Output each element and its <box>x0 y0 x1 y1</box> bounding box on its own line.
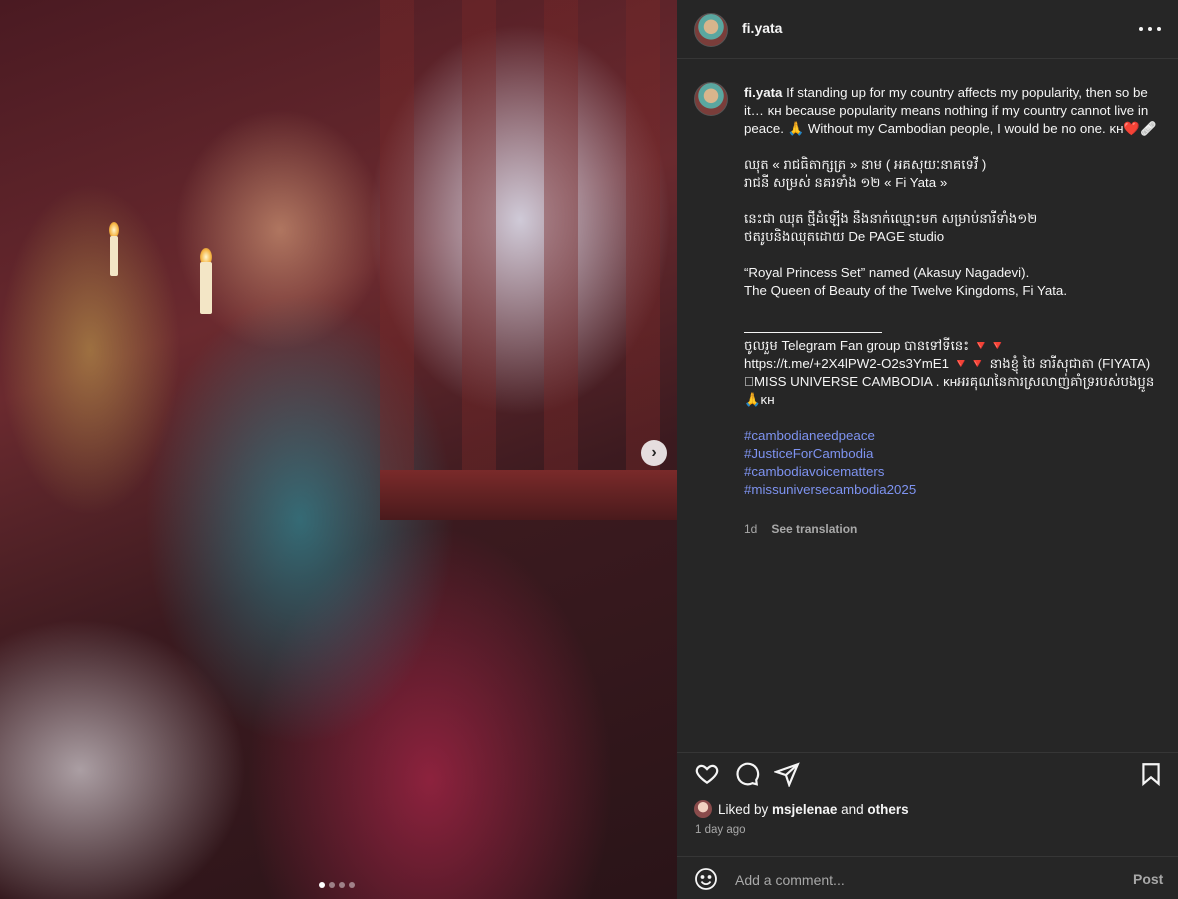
post-photo[interactable]: › <box>0 0 677 899</box>
caption-line: នេះជា ឈុត ថ្មីដំឡើង នឹងនាក់ឈ្មោះមក សម្រា… <box>744 211 1038 226</box>
hashtag-link[interactable]: #missuniversecambodia2025 <box>744 481 1168 499</box>
caption-line: “Royal Princess Set” named (Akasuy Nagad… <box>744 265 1030 280</box>
post-timestamp: 1 day ago <box>695 824 746 836</box>
share-icon[interactable] <box>772 761 800 788</box>
instagram-post-view: › fi.yata fi.yata If standing up for my … <box>0 0 1178 899</box>
photo-background-pillars <box>380 0 677 470</box>
liker-avatar[interactable] <box>694 800 712 818</box>
more-icon[interactable] <box>1139 18 1161 40</box>
caption-line[interactable]: https://t.me/+2X4lPW2-O2s3YmE1 🔻🔻 នាងខ្ញ… <box>744 356 1154 407</box>
caption-age: 1d <box>744 522 758 536</box>
more-dot <box>1148 27 1152 31</box>
caption-line: រាជនី សម្រស់ នគរទាំង ១២ « Fi Yata » <box>744 175 948 190</box>
emoji-icon[interactable] <box>694 867 718 891</box>
caption-paragraph-khmer-title: ឈុត « រាជធិតាក្សត្រ » នាម ( អគសុយៈនាគទេវ… <box>744 156 1168 192</box>
caption-paragraph-english: “Royal Princess Set” named (Akasuy Nagad… <box>744 264 1168 300</box>
heart-icon[interactable] <box>694 761 720 787</box>
hashtag-list: #cambodianeedpeace #JusticeForCambodia #… <box>744 427 1168 499</box>
caption-line: If standing up for my country affects my… <box>744 85 1157 136</box>
photo-window-sill <box>380 470 677 520</box>
comment-input[interactable] <box>733 869 1117 891</box>
comment-icon[interactable] <box>734 761 760 787</box>
post-header: fi.yata <box>677 0 1178 59</box>
caption-meta: 1d See translation <box>744 522 857 536</box>
liked-by-and: and <box>837 801 868 817</box>
carousel-dot <box>329 882 335 888</box>
carousel-dot <box>339 882 345 888</box>
liked-by: Liked by msjelenae and others <box>694 800 909 818</box>
chevron-right-icon: › <box>651 444 657 461</box>
candle <box>110 236 118 276</box>
liker-username[interactable]: msjelenae <box>772 802 837 817</box>
more-dot <box>1157 27 1161 31</box>
caption-divider <box>744 318 882 333</box>
carousel-dot <box>349 882 355 888</box>
caption-paragraph-telegram: ចូលរួម Telegram Fan group បានទៅទីនេះ 🔻🔻 … <box>744 337 1168 409</box>
post-comment-button[interactable]: Post <box>1133 871 1163 887</box>
next-photo-button[interactable]: › <box>641 440 667 466</box>
caption-paragraph-khmer-credit: នេះជា ឈុត ថ្មីដំឡើង នឹងនាក់ឈ្មោះមក សម្រា… <box>744 210 1168 246</box>
bookmark-icon[interactable] <box>1138 761 1164 787</box>
action-bar <box>677 752 1178 793</box>
caption-line: ចូលរួម Telegram Fan group បានទៅទីនេះ 🔻🔻 <box>744 338 1006 353</box>
author-avatar[interactable] <box>694 13 728 47</box>
hashtag-link[interactable]: #cambodianeedpeace <box>744 427 1168 445</box>
liked-by-prefix: Liked by <box>718 801 773 817</box>
author-username[interactable]: fi.yata <box>742 20 782 36</box>
see-translation-button[interactable]: See translation <box>771 522 857 536</box>
caption-paragraph-1: fi.yata If standing up for my country af… <box>744 84 1168 138</box>
caption-text: fi.yata If standing up for my country af… <box>744 84 1168 499</box>
liked-by-others-link[interactable]: others <box>867 802 908 817</box>
hashtag-link[interactable]: #cambodiavoicematters <box>744 463 1168 481</box>
caption-line: ឈុត « រាជធិតាក្សត្រ » នាម ( អគសុយៈនាគទេវ… <box>744 157 987 172</box>
liked-by-text: Liked by msjelenae and others <box>718 802 909 817</box>
candle <box>200 262 212 314</box>
caption-username[interactable]: fi.yata <box>744 85 782 100</box>
comment-bar: Post <box>677 856 1178 899</box>
carousel-dot-active <box>319 882 325 888</box>
more-dot <box>1139 27 1143 31</box>
carousel-indicator <box>319 882 355 888</box>
caption-author-avatar[interactable] <box>694 82 728 116</box>
caption-line: ថតរូបនិងឈុតដោយ De PAGE studio <box>744 229 945 244</box>
hashtag-link[interactable]: #JusticeForCambodia <box>744 445 1168 463</box>
post-details-panel: fi.yata fi.yata If standing up for my co… <box>677 0 1178 899</box>
caption-line: The Queen of Beauty of the Twelve Kingdo… <box>744 283 1068 298</box>
